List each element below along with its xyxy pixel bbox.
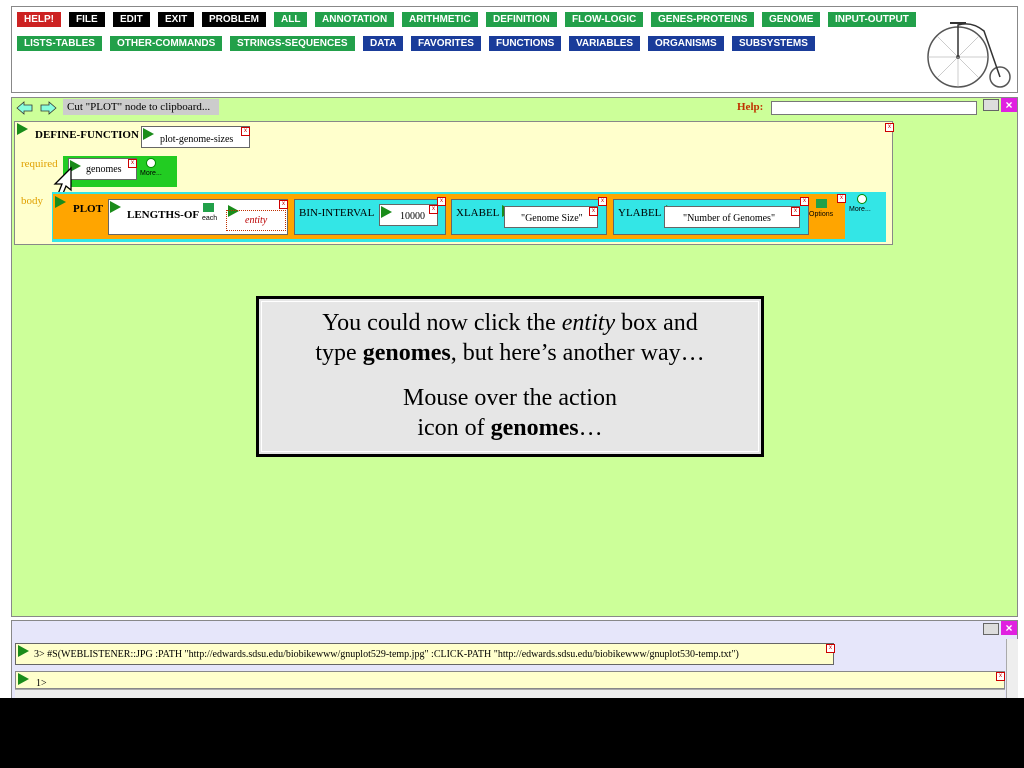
- lengths-of-node[interactable]: LENGTHS-OF each entity x: [108, 199, 288, 235]
- menu-button-genome[interactable]: GENOME: [762, 12, 821, 27]
- entity-field[interactable]: entity: [226, 210, 286, 231]
- menu-button-exit[interactable]: EXIT: [158, 12, 195, 27]
- close-icon[interactable]: ×: [1001, 621, 1017, 635]
- xlabel-value-text: "Genome Size": [521, 213, 583, 224]
- menu-button-other-commands[interactable]: OTHER-COMMANDS: [110, 36, 223, 51]
- minimize-icon[interactable]: [983, 99, 999, 111]
- plot-keyword: PLOT: [73, 203, 103, 215]
- vertical-scrollbar[interactable]: [1006, 639, 1018, 699]
- menu-button-input-output[interactable]: INPUT-OUTPUT: [828, 12, 916, 27]
- define-function-keyword: DEFINE-FUNCTION: [35, 129, 139, 141]
- function-name-text: plot-genome-sizes: [160, 134, 234, 145]
- menu-button-variables[interactable]: VARIABLES: [569, 36, 641, 51]
- minimize-icon[interactable]: [983, 623, 999, 635]
- bin-interval-node[interactable]: BIN-INTERVAL x 10000 x: [294, 197, 446, 235]
- action-arrow-icon[interactable]: [17, 123, 28, 135]
- menu-button-subsystems[interactable]: SUBSYSTEMS: [732, 36, 815, 51]
- forward-arrow-icon[interactable]: [39, 101, 57, 115]
- action-arrow-icon[interactable]: [110, 201, 121, 213]
- action-arrow-icon[interactable]: [18, 645, 29, 657]
- delete-icon[interactable]: x: [128, 159, 137, 168]
- menu-button-genes-proteins[interactable]: GENES-PROTEINS: [651, 12, 755, 27]
- more-icon[interactable]: [146, 158, 156, 168]
- ylabel-keyword: YLABEL: [618, 207, 662, 219]
- menu-button-lists-tables[interactable]: LISTS-TABLES: [17, 36, 102, 51]
- result-text: 3> #S(WEBLISTENER::JPG :PATH "http://edw…: [34, 649, 739, 660]
- options-label[interactable]: Options: [809, 211, 833, 218]
- options-icon[interactable]: [816, 199, 827, 208]
- action-arrow-icon[interactable]: [55, 196, 66, 208]
- tutorial-popup: You could now click the entity box and ty…: [256, 296, 764, 457]
- each-toggle-icon[interactable]: [203, 203, 214, 212]
- action-arrow-icon[interactable]: [381, 206, 392, 218]
- penny-farthing-logo: [927, 22, 1011, 88]
- delete-icon[interactable]: x: [589, 207, 598, 216]
- menu-button-strings-sequences[interactable]: STRINGS-SEQUENCES: [230, 36, 355, 51]
- delete-icon[interactable]: x: [826, 644, 835, 653]
- menu-button-favorites[interactable]: FAVORITES: [411, 36, 481, 51]
- delete-icon[interactable]: x: [429, 205, 438, 214]
- status-message: Cut "PLOT" node to clipboard...: [63, 99, 219, 115]
- xlabel-node[interactable]: XLABEL x "Genome Size" x: [451, 197, 607, 235]
- delete-icon[interactable]: x: [241, 127, 250, 136]
- menu-button-file[interactable]: FILE: [69, 12, 105, 27]
- ylabel-node[interactable]: YLABEL x "Number of Genomes" x: [613, 197, 809, 235]
- help-label: Help:: [737, 101, 764, 113]
- output-panel: × x 3> #S(WEBLISTENER::JPG :PATH "http:/…: [11, 620, 1018, 700]
- bin-value-text: 10000: [400, 211, 425, 222]
- menu-button-edit[interactable]: EDIT: [113, 12, 150, 27]
- entity-text: entity: [245, 215, 268, 226]
- black-bar: [0, 698, 1024, 768]
- menu-button-flow-logic[interactable]: FLOW-LOGIC: [565, 12, 644, 27]
- bin-value-field[interactable]: x 10000: [379, 204, 438, 226]
- help-input[interactable]: [771, 101, 977, 115]
- input-prompt[interactable]: x 1>: [15, 671, 1005, 689]
- prompt-text: 1>: [36, 678, 47, 689]
- param-text: genomes: [86, 164, 122, 175]
- ylabel-value-field[interactable]: x "Number of Genomes": [664, 206, 800, 228]
- result-entry[interactable]: x 3> #S(WEBLISTENER::JPG :PATH "http://e…: [15, 643, 835, 665]
- lengths-of-keyword: LENGTHS-OF: [127, 209, 200, 221]
- delete-icon[interactable]: x: [996, 672, 1005, 681]
- menu-button-help[interactable]: HELP!: [17, 12, 61, 27]
- popup-text-1: You could now click the entity box and ty…: [315, 310, 705, 366]
- menu-button-all[interactable]: ALL: [274, 12, 308, 27]
- delete-icon[interactable]: x: [279, 200, 288, 209]
- more-label[interactable]: More...: [849, 206, 871, 213]
- plot-node[interactable]: PLOT LENGTHS-OF each entity x BIN-INTERV…: [53, 194, 846, 239]
- top-menu-bar: HELP! FILE EDIT EXIT PROBLEM ALL ANNOTATION ARI…: [11, 6, 1018, 93]
- menu-button-arithmetic[interactable]: ARITHMETIC: [402, 12, 478, 27]
- action-arrow-icon[interactable]: [143, 128, 154, 140]
- each-label: each: [202, 215, 218, 222]
- delete-icon[interactable]: x: [885, 123, 894, 132]
- xlabel-keyword: XLABEL: [456, 207, 500, 219]
- close-icon[interactable]: ×: [1001, 98, 1017, 112]
- body-label: body: [21, 195, 43, 207]
- menu-button-data[interactable]: DATA: [363, 36, 404, 51]
- more-icon[interactable]: [857, 194, 867, 204]
- more-label[interactable]: More...: [140, 170, 162, 177]
- menu-button-functions[interactable]: FUNCTIONS: [489, 36, 562, 51]
- define-function-box[interactable]: x DEFINE-FUNCTION x plot-genome-sizes re…: [14, 121, 894, 245]
- body-container: PLOT LENGTHS-OF each entity x BIN-INTERV…: [52, 192, 886, 242]
- xlabel-value-field[interactable]: x "Genome Size": [504, 206, 598, 228]
- menu-button-problem[interactable]: PROBLEM: [202, 12, 266, 27]
- delete-icon[interactable]: x: [837, 194, 846, 203]
- delete-icon[interactable]: x: [800, 197, 809, 206]
- delete-icon[interactable]: x: [437, 197, 446, 206]
- required-param-box: x genomes More...: [63, 156, 177, 187]
- menu-button-definition[interactable]: DEFINITION: [486, 12, 557, 27]
- delete-icon[interactable]: x: [598, 197, 607, 206]
- function-name-field[interactable]: x plot-genome-sizes: [141, 126, 250, 148]
- menu-button-organisms[interactable]: ORGANISMS: [648, 36, 724, 51]
- delete-icon[interactable]: x: [791, 207, 800, 216]
- back-arrow-icon[interactable]: [16, 101, 34, 115]
- popup-text-2: Mouse over the action icon of genomes…: [403, 385, 617, 441]
- action-arrow-icon[interactable]: [18, 673, 29, 685]
- bin-interval-keyword: BIN-INTERVAL: [299, 207, 375, 219]
- ylabel-value-text: "Number of Genomes": [683, 213, 776, 224]
- menu-button-annotation[interactable]: ANNOTATION: [315, 12, 395, 27]
